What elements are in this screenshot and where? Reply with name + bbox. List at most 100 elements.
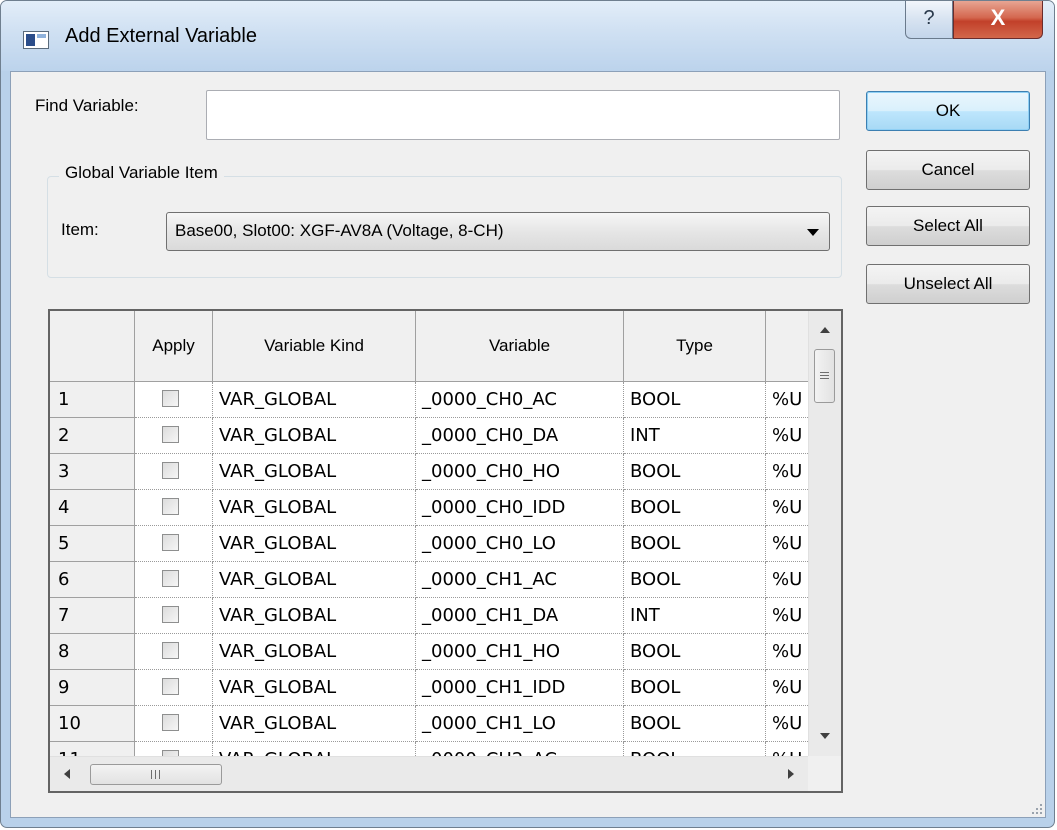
header-type[interactable]: Type — [624, 311, 766, 382]
header-variable[interactable]: Variable — [416, 311, 624, 382]
apply-cell[interactable] — [135, 454, 213, 490]
help-button[interactable]: ? — [905, 1, 953, 39]
apply-checkbox[interactable] — [162, 462, 179, 479]
apply-checkbox[interactable] — [162, 498, 179, 515]
apply-checkbox[interactable] — [162, 570, 179, 587]
variable-cell: _0000_CH1_HO — [416, 634, 624, 670]
apply-cell[interactable] — [135, 742, 213, 756]
scroll-down-icon[interactable] — [820, 733, 830, 739]
horizontal-scroll-thumb[interactable] — [90, 764, 222, 785]
table-row[interactable]: 11 VAR_GLOBAL_0000_CH2_ACBOOL%U — [50, 742, 808, 756]
type-cell: BOOL — [624, 670, 766, 706]
variable-cell: _0000_CH0_AC — [416, 382, 624, 418]
apply-cell[interactable] — [135, 670, 213, 706]
type-cell: BOOL — [624, 454, 766, 490]
apply-cell[interactable] — [135, 382, 213, 418]
variable-cell: _0000_CH1_IDD — [416, 670, 624, 706]
table-row[interactable]: 5 VAR_GLOBAL _0000_CH0_LO BOOL %U — [50, 526, 808, 562]
table-row[interactable]: 1 VAR_GLOBAL _0000_CH0_AC BOOL %U — [50, 382, 808, 418]
apply-cell[interactable] — [135, 562, 213, 598]
apply-checkbox[interactable] — [162, 606, 179, 623]
address-cell: %U — [766, 670, 808, 706]
row-number: 7 — [50, 598, 135, 634]
table-row[interactable]: 3 VAR_GLOBAL _0000_CH0_HO BOOL %U — [50, 454, 808, 490]
header-address[interactable] — [766, 311, 808, 382]
row-number: 2 — [50, 418, 135, 454]
window-icon — [23, 31, 49, 49]
apply-cell[interactable] — [135, 598, 213, 634]
address-cell: %U — [766, 562, 808, 598]
apply-checkbox[interactable] — [162, 678, 179, 695]
find-variable-input[interactable] — [206, 90, 840, 140]
table-row[interactable]: 2 VAR_GLOBAL _0000_CH0_DA INT %U — [50, 418, 808, 454]
apply-checkbox[interactable] — [162, 642, 179, 659]
dialog-client-area: Find Variable: Global Variable Item Item… — [10, 71, 1046, 818]
table-row[interactable]: 8 VAR_GLOBAL _0000_CH1_HO BOOL %U — [50, 634, 808, 670]
variable-kind-cell: VAR_GLOBAL — [213, 742, 416, 756]
row-number: 11 — [50, 742, 135, 756]
row-number: 6 — [50, 562, 135, 598]
variable-kind-cell: VAR_GLOBAL — [213, 562, 416, 598]
type-cell: INT — [624, 418, 766, 454]
scroll-corner — [808, 756, 841, 791]
vertical-scrollbar[interactable] — [808, 311, 841, 756]
apply-cell[interactable] — [135, 418, 213, 454]
apply-checkbox[interactable] — [162, 714, 179, 731]
variable-cell: _0000_CH0_DA — [416, 418, 624, 454]
unselect-all-button[interactable]: Unselect All — [866, 264, 1030, 304]
title-bar[interactable]: Add External Variable ? X — [1, 1, 1054, 71]
address-cell: %U — [766, 490, 808, 526]
ok-button[interactable]: OK — [866, 91, 1030, 131]
variable-cell: _0000_CH2_AC — [416, 742, 624, 756]
header-variable-kind[interactable]: Variable Kind — [213, 311, 416, 382]
type-cell: BOOL — [624, 634, 766, 670]
resize-grip-icon[interactable] — [1029, 801, 1043, 815]
address-cell: %U — [766, 706, 808, 742]
row-number: 8 — [50, 634, 135, 670]
table-row[interactable]: 4 VAR_GLOBAL _0000_CH0_IDD BOOL %U — [50, 490, 808, 526]
apply-cell[interactable] — [135, 706, 213, 742]
apply-checkbox[interactable] — [162, 390, 179, 407]
address-cell: %U — [766, 598, 808, 634]
table-row[interactable]: 6 VAR_GLOBAL _0000_CH1_AC BOOL %U — [50, 562, 808, 598]
address-cell: %U — [766, 526, 808, 562]
variable-kind-cell: VAR_GLOBAL — [213, 706, 416, 742]
table-row[interactable]: 9 VAR_GLOBAL _0000_CH1_IDD BOOL %U — [50, 670, 808, 706]
close-button[interactable]: X — [953, 1, 1043, 39]
type-cell: BOOL — [624, 382, 766, 418]
type-cell: BOOL — [624, 742, 766, 756]
address-cell: %U — [766, 634, 808, 670]
apply-checkbox[interactable] — [162, 534, 179, 551]
type-cell: BOOL — [624, 490, 766, 526]
table-row[interactable]: 10 VAR_GLOBAL _0000_CH1_LO BOOL %U — [50, 706, 808, 742]
address-cell: %U — [766, 454, 808, 490]
row-number: 9 — [50, 670, 135, 706]
apply-checkbox[interactable] — [162, 426, 179, 443]
horizontal-scrollbar[interactable] — [50, 756, 808, 791]
address-cell: %U — [766, 742, 808, 756]
variable-grid: Apply Variable Kind Variable Type 1 VAR_G… — [48, 309, 843, 793]
cancel-button[interactable]: Cancel — [866, 150, 1030, 190]
item-dropdown[interactable]: Base00, Slot00: XGF-AV8A (Voltage, 8-CH) — [166, 212, 830, 251]
apply-cell[interactable] — [135, 526, 213, 562]
scroll-up-icon[interactable] — [820, 327, 830, 333]
type-cell: BOOL — [624, 706, 766, 742]
dropdown-arrow-icon — [807, 229, 819, 236]
select-all-button[interactable]: Select All — [866, 206, 1030, 246]
row-number: 1 — [50, 382, 135, 418]
apply-cell[interactable] — [135, 490, 213, 526]
variable-cell: _0000_CH1_AC — [416, 562, 624, 598]
row-number: 5 — [50, 526, 135, 562]
variable-kind-cell: VAR_GLOBAL — [213, 598, 416, 634]
variable-kind-cell: VAR_GLOBAL — [213, 418, 416, 454]
item-dropdown-value: Base00, Slot00: XGF-AV8A (Voltage, 8-CH) — [175, 221, 504, 240]
apply-cell[interactable] — [135, 634, 213, 670]
vertical-scroll-thumb[interactable] — [814, 349, 835, 403]
table-row[interactable]: 7 VAR_GLOBAL _0000_CH1_DA INT %U — [50, 598, 808, 634]
scroll-right-icon[interactable] — [788, 769, 794, 779]
address-cell: %U — [766, 382, 808, 418]
address-cell: %U — [766, 418, 808, 454]
variable-kind-cell: VAR_GLOBAL — [213, 526, 416, 562]
header-apply[interactable]: Apply — [135, 311, 213, 382]
scroll-left-icon[interactable] — [64, 769, 70, 779]
